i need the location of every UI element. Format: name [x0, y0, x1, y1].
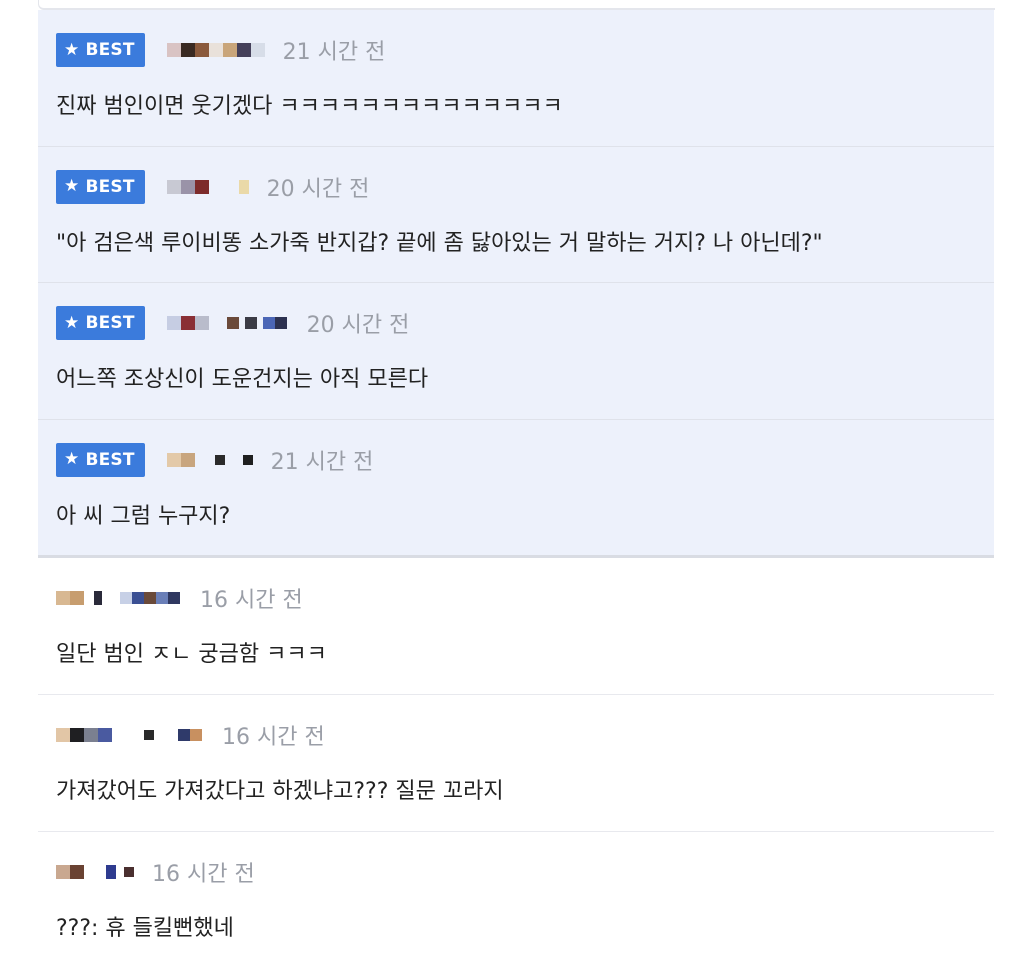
blurred-avatar[interactable] [56, 580, 102, 616]
comment-time: 21 시간 전 [270, 449, 374, 475]
blurred-nickname [226, 317, 287, 329]
comment-meta: ★ BEST 20 시간 전 [56, 305, 409, 341]
best-comment: ★ BEST 21 시간 전 진짜 범인이면 웃기겠다 ㅋㅋㅋㅋㅋㅋㅋㅋㅋㅋㅋㅋ… [38, 10, 994, 147]
best-comment: ★ BEST 21 시간 전 아 씨 그럼 누구지? [38, 419, 994, 558]
best-label: BEST [85, 313, 135, 333]
comment-page: ★ BEST 21 시간 전 진짜 범인이면 웃기겠다 ㅋㅋㅋㅋㅋㅋㅋㅋㅋㅋㅋㅋ… [0, 0, 1024, 978]
blurred-avatar[interactable] [56, 717, 112, 753]
star-icon: ★ [64, 39, 80, 60]
comment-meta: ★ BEST 21 시간 전 [56, 442, 373, 478]
best-badge: ★ BEST [56, 33, 145, 67]
comment-text: 어느쪽 조상신이 도운건지는 아직 모른다 [56, 367, 429, 392]
comment: 16 시간 전 ???: 휴 들킬뻔했네 [38, 831, 994, 969]
comment-meta: ★ BEST 21 시간 전 [56, 32, 385, 68]
comment-time: 21 시간 전 [282, 40, 386, 65]
comment-list: ★ BEST 21 시간 전 진짜 범인이면 웃기겠다 ㅋㅋㅋㅋㅋㅋㅋㅋㅋㅋㅋㅋ… [38, 10, 994, 969]
star-icon: ★ [64, 449, 80, 469]
comment-time: 20 시간 전 [266, 176, 370, 202]
comment-text: 일단 범인 ㅈㄴ 궁금함 ㅋㅋㅋ [56, 641, 327, 667]
comment-time: 16 시간 전 [152, 861, 255, 887]
best-label: BEST [85, 40, 135, 60]
comment-text: 아 씨 그럼 누구지? [56, 503, 231, 529]
best-badge: ★ BEST [56, 306, 145, 340]
blurred-avatar[interactable] [166, 32, 265, 68]
blurred-nickname [120, 591, 180, 604]
comment-meta: 16 시간 전 [56, 717, 325, 753]
comment-text: 진짜 범인이면 웃기겠다 ㅋㅋㅋㅋㅋㅋㅋㅋㅋㅋㅋㅋㅋㅋ [56, 94, 563, 119]
blurred-nickname [130, 728, 202, 741]
comment: 16 시간 전 일단 범인 ㅈㄴ 궁금함 ㅋㅋㅋ [38, 557, 994, 695]
best-comment: ★ BEST 20 시간 전 어느쪽 조상신이 도운건지는 아직 모른다 [38, 283, 994, 420]
blurred-avatar[interactable] [56, 854, 134, 890]
comment-meta: ★ BEST 20 시간 전 [56, 169, 369, 205]
blurred-avatar[interactable] [166, 169, 249, 205]
best-comment: ★ BEST 20 시간 전 "아 검은색 루이비똥 소가죽 반지갑? 끝에 좀… [38, 146, 994, 283]
best-badge: ★ BEST [56, 169, 145, 204]
list-top-edge [38, 0, 995, 10]
comment-meta: 16 시간 전 [56, 854, 255, 890]
blurred-avatar[interactable] [166, 442, 253, 478]
comment-meta: 16 시간 전 [56, 580, 303, 616]
comment-text: 가져갔어도 가져갔다고 하겠냐고??? 질문 꼬라지 [56, 778, 504, 804]
star-icon: ★ [64, 176, 80, 196]
comment-time: 16 시간 전 [222, 724, 325, 750]
best-label: BEST [85, 449, 135, 470]
comment-text: "아 검은색 루이비똥 소가죽 반지갑? 끝에 좀 닳아있는 거 말하는 거지?… [56, 230, 823, 256]
comment: 16 시간 전 가져갔어도 가져갔다고 하겠냐고??? 질문 꼬라지 [38, 694, 994, 832]
best-badge: ★ BEST [56, 442, 145, 477]
comment-time: 16 시간 전 [200, 587, 303, 613]
comment-text: ???: 휴 들킬뻔했네 [56, 915, 234, 941]
star-icon: ★ [64, 312, 80, 333]
best-label: BEST [85, 176, 135, 197]
comment-time: 20 시간 전 [306, 313, 410, 338]
blurred-avatar[interactable] [166, 305, 209, 341]
